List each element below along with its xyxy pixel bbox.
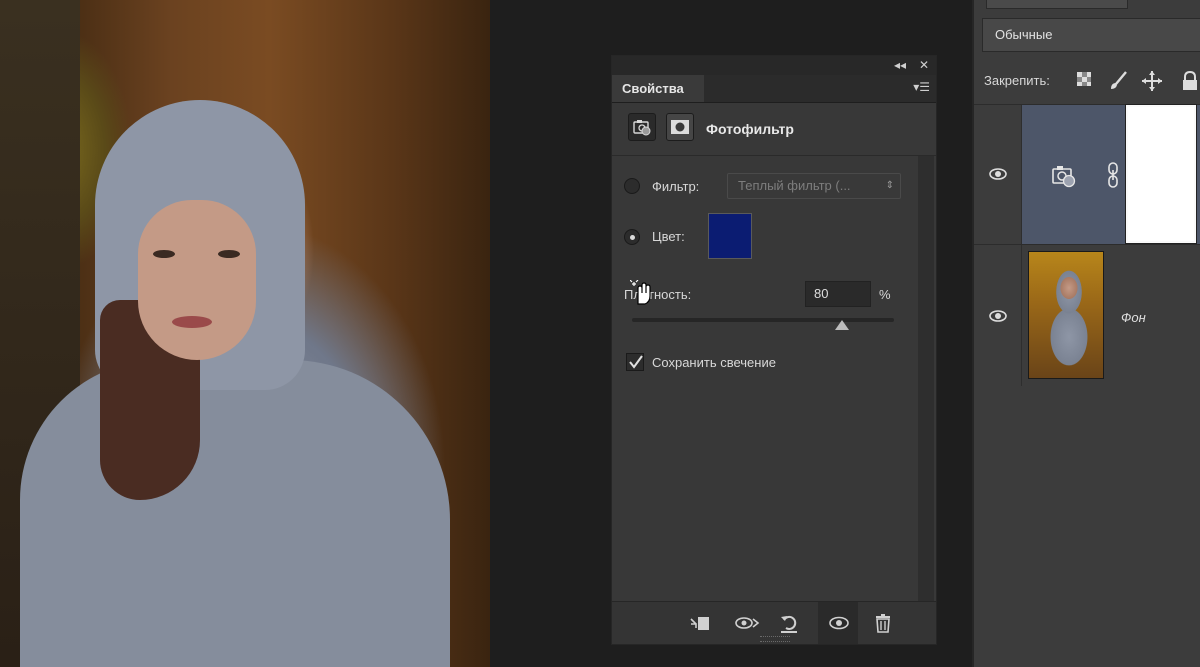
panel-scrollbar[interactable] [918, 156, 934, 604]
lock-row: Закрепить: [974, 62, 1200, 100]
layer-filter-strip[interactable] [986, 0, 1128, 9]
preserve-luminosity-checkbox[interactable] [626, 353, 644, 371]
layer-visibility-toggle[interactable] [974, 105, 1022, 244]
chain-link-icon[interactable] [1106, 161, 1120, 189]
percent-unit: % [879, 287, 891, 302]
density-input[interactable]: 80 [805, 281, 871, 307]
reset-icon[interactable] [778, 612, 800, 634]
right-eye [218, 250, 240, 258]
double-chevron-left-icon[interactable]: ◂◂ [894, 58, 906, 72]
layer-photo-filter[interactable] [974, 104, 1200, 244]
face [138, 200, 256, 360]
eye-icon [989, 310, 1007, 322]
close-icon[interactable]: ✕ [919, 58, 929, 72]
photo-canvas[interactable] [0, 0, 490, 667]
properties-panel: ◂◂ ✕ Свойства ▾☰ Фотофильтр Фильтр: Тепл… [611, 55, 937, 645]
filter-radio[interactable] [624, 178, 640, 194]
layer-mask-thumbnail[interactable] [1125, 104, 1197, 244]
photo-filter-icon[interactable] [628, 113, 656, 141]
panel-tab-bar: Свойства ▾☰ [612, 75, 936, 103]
tab-properties[interactable]: Свойства [612, 75, 704, 102]
sweater [20, 360, 450, 667]
layers-panel: Обычные Закрепить: Фон [972, 0, 1200, 667]
layer-visibility-toggle[interactable] [974, 245, 1022, 386]
color-label: Цвет: [652, 229, 685, 244]
up-down-arrows-icon: ⇕ [885, 180, 894, 191]
lips [172, 316, 212, 328]
panel-menu-icon[interactable]: ▾☰ [913, 80, 930, 94]
color-swatch[interactable] [708, 213, 752, 259]
filter-label: Фильтр: [652, 179, 700, 194]
layer-thumbnail [1028, 251, 1104, 379]
eye-icon [989, 168, 1007, 180]
filter-select-value: Теплый фильтр (... [738, 178, 851, 193]
color-radio[interactable] [624, 229, 640, 245]
density-slider-thumb[interactable] [834, 320, 849, 330]
layer-name: Фон [1121, 310, 1146, 325]
panel-bottom-bar [612, 601, 936, 644]
mask-icon[interactable] [666, 113, 694, 141]
adjustment-header: Фотофильтр [612, 103, 936, 156]
layer-background[interactable]: Фон [974, 244, 1200, 386]
panel-top-bar: ◂◂ ✕ [612, 56, 936, 75]
density-slider-track[interactable] [632, 318, 894, 322]
photo-filter-adjustment-icon [1052, 166, 1076, 188]
lock-paint-icon[interactable] [1108, 70, 1130, 92]
preserve-luminosity-label: Сохранить свечение [652, 355, 776, 370]
lock-label: Закрепить: [984, 73, 1050, 88]
lock-transparent-icon[interactable] [1075, 70, 1097, 92]
lock-move-icon[interactable] [1141, 70, 1163, 92]
view-previous-state-icon[interactable] [734, 612, 760, 634]
lock-all-icon[interactable] [1179, 70, 1200, 92]
resize-grip[interactable] [760, 636, 790, 642]
clip-to-layer-icon[interactable] [688, 612, 710, 634]
adjustment-title: Фотофильтр [706, 121, 794, 137]
trash-icon[interactable] [872, 612, 894, 634]
left-eye [153, 250, 175, 258]
visibility-icon[interactable] [818, 602, 858, 644]
blend-mode-select[interactable]: Обычные [982, 18, 1200, 52]
hand-cursor-icon [630, 280, 651, 305]
filter-select[interactable]: Теплый фильтр (... ⇕ [727, 173, 901, 199]
